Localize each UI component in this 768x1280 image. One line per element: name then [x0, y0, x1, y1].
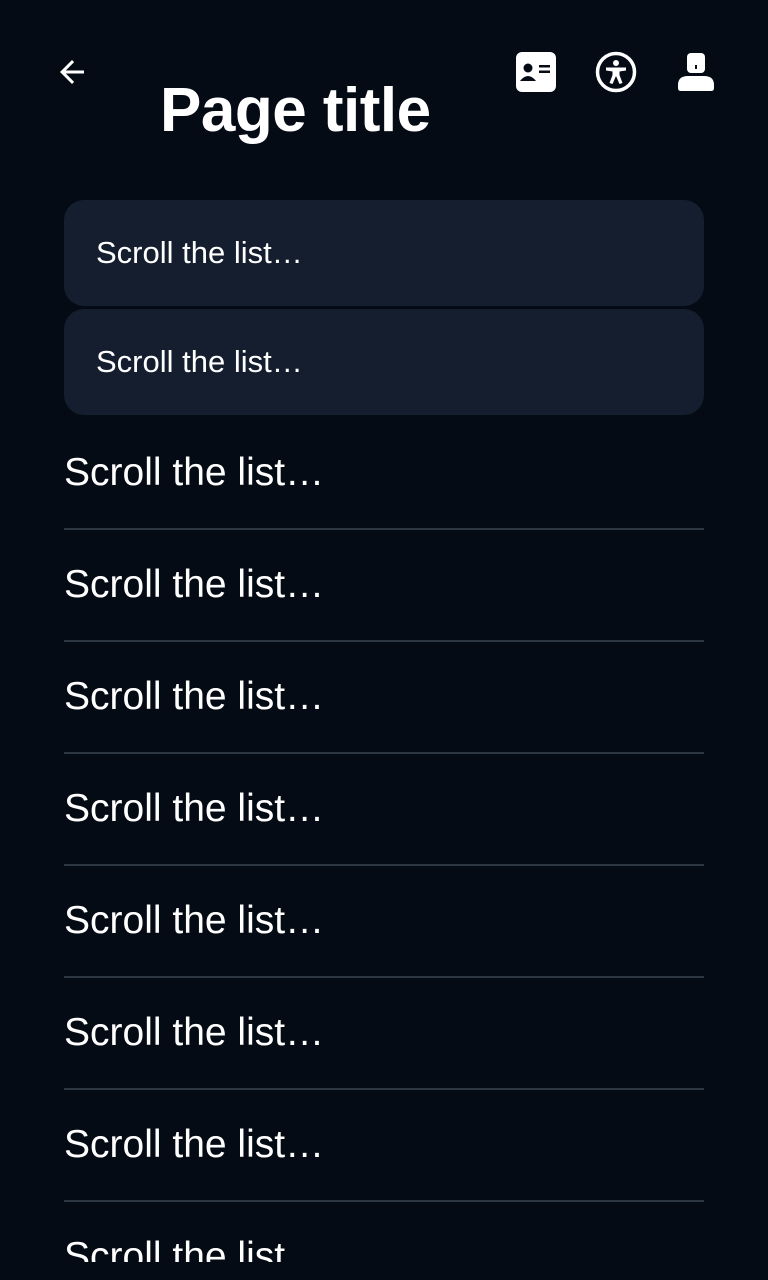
- contact-card-button[interactable]: [508, 44, 564, 100]
- list-item-label: Scroll the list…: [64, 675, 325, 718]
- list-item-label: Scroll the list…: [96, 235, 303, 270]
- screen: Page title Scroll the list… Scroll the l…: [0, 0, 768, 1280]
- list-item-label: Scroll the list…: [64, 899, 325, 942]
- list-item-label: Scroll the list…: [64, 1235, 325, 1262]
- list-card-item[interactable]: Scroll the list…: [64, 200, 704, 306]
- accessibility-icon: [595, 51, 637, 93]
- account-button[interactable]: [668, 44, 724, 100]
- list-card-item[interactable]: Scroll the list…: [64, 309, 704, 415]
- list-item[interactable]: Scroll the list…: [64, 642, 704, 754]
- page-title: Page title: [160, 76, 431, 145]
- back-button[interactable]: [44, 44, 100, 100]
- list-item[interactable]: Scroll the list…: [64, 754, 704, 866]
- list-item[interactable]: Scroll the list…: [64, 866, 704, 978]
- list-item[interactable]: Scroll the list…: [64, 978, 704, 1090]
- top-actions: [508, 44, 724, 100]
- accessibility-button[interactable]: [588, 44, 644, 100]
- list-item[interactable]: Scroll the list…: [64, 1202, 704, 1262]
- list-item[interactable]: Scroll the list…: [64, 530, 704, 642]
- scroll-list[interactable]: Scroll the list… Scroll the list… Scroll…: [64, 200, 704, 1262]
- account-icon: [678, 53, 714, 91]
- contact-card-icon: [516, 52, 556, 92]
- arrow-left-icon: [60, 60, 84, 84]
- list-item-label: Scroll the list…: [64, 563, 325, 606]
- list-item[interactable]: Scroll the list…: [64, 1090, 704, 1202]
- list-item-label: Scroll the list…: [64, 1123, 325, 1166]
- list-item-label: Scroll the list…: [64, 451, 325, 494]
- list-item-label: Scroll the list…: [64, 1011, 325, 1054]
- list-item-label: Scroll the list…: [64, 787, 325, 830]
- list-item-label: Scroll the list…: [96, 344, 303, 379]
- list-item[interactable]: Scroll the list…: [64, 418, 704, 530]
